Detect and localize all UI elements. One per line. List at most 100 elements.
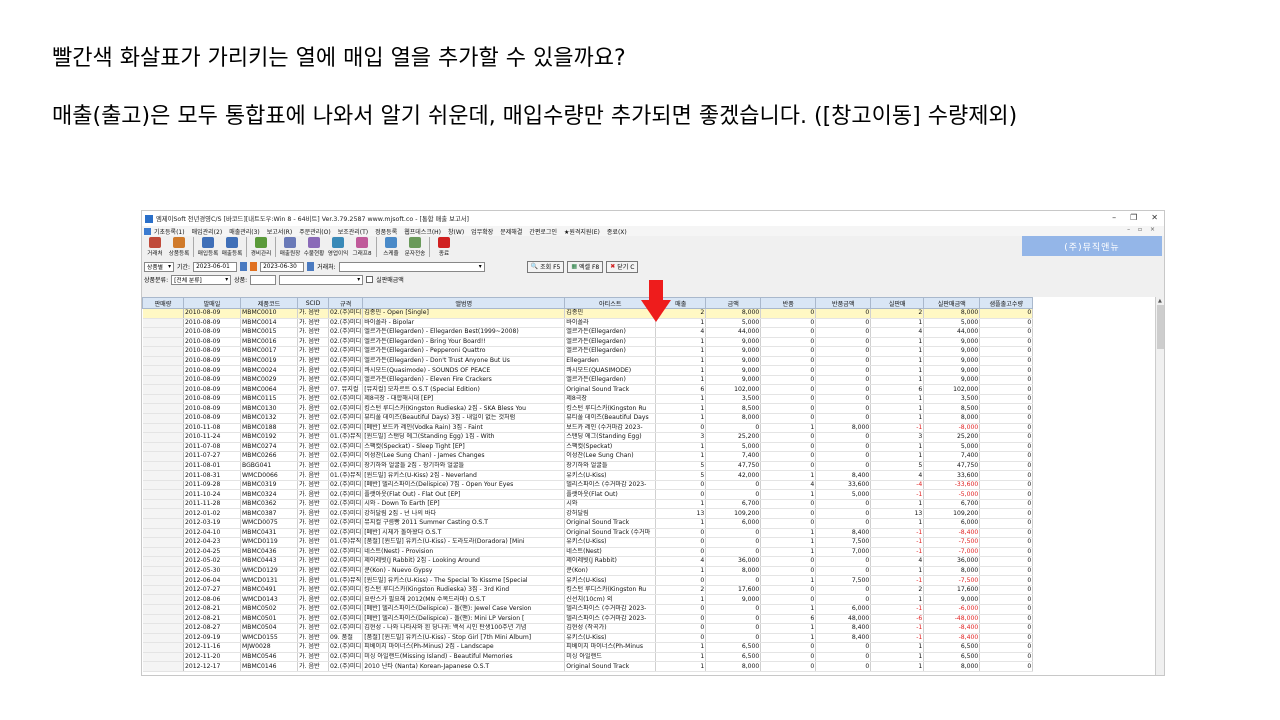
- table-row[interactable]: 2011-08-01 BGBG041 가. 음반 02.(주)미디 장기하와 얼굴들 2…: [142, 461, 1034, 472]
- table-row[interactable]: 2012-08-21 MBMC0501 가. 음반 02.(주)미디 [폐반] 델리스파…: [142, 614, 1034, 625]
- table-row[interactable]: 2012-06-04 WMCD0131 가. 음반 01.(주)뮤직 [윈드밀] 유키스…: [142, 575, 1034, 586]
- column-header[interactable]: 샘플출고수량: [979, 297, 1034, 309]
- table-row[interactable]: 2010-08-09 MBMC0130 가. 음반 02.(주)미디 킹스턴 루디스카(…: [142, 403, 1034, 414]
- close-window-button[interactable]: ✕: [1151, 213, 1158, 222]
- table-row[interactable]: 2012-11-20 MBMC0546 가. 음반 02.(주)미디 미싱 아일랜드(M…: [142, 652, 1034, 663]
- minimize-button[interactable]: –: [1112, 213, 1116, 222]
- menu-item[interactable]: 간편로그인: [529, 227, 557, 236]
- menu-item[interactable]: 매입관리(2): [192, 227, 223, 236]
- menu-item[interactable]: 주문관리(O): [299, 227, 331, 236]
- table-row[interactable]: 2011-10-24 MBMC0324 가. 음반 02.(주)미디 플랫아웃(Flat…: [142, 489, 1034, 500]
- table-cell: 6,500: [923, 642, 981, 653]
- column-header[interactable]: 판매량: [142, 297, 184, 309]
- table-row[interactable]: 2012-01-02 MBMC0387 가. 음반 02.(주)미디 강허달림 2집 -…: [142, 508, 1034, 520]
- table-row[interactable]: 2012-05-30 WMCD0129 가. 음반 02.(주)미디 쿤(Kon) - …: [142, 566, 1034, 577]
- client-input[interactable]: ▾: [338, 261, 485, 272]
- table-row[interactable]: 2012-03-19 WMCD0075 가. 음반 02.(주)미디 뮤지컬 구름빵 2…: [142, 518, 1034, 529]
- scroll-thumb[interactable]: [1157, 305, 1164, 349]
- excel-button[interactable]: ▦ 엑셀 F8: [567, 260, 604, 273]
- table-row[interactable]: 2010-11-08 MBMC0188 가. 음반 02.(주)미디 [폐반] 보드카 …: [142, 423, 1034, 434]
- table-row[interactable]: 2012-04-25 MBMC0436 가. 음반 02.(주)미디 네스트(Nest)…: [142, 547, 1034, 558]
- real-sales-checkbox[interactable]: [366, 276, 374, 283]
- period-type-select[interactable]: 상품별 ▾: [144, 261, 174, 272]
- product-name-input[interactable]: ▾: [279, 274, 364, 285]
- toolbar-button[interactable]: 수불현황: [303, 236, 325, 257]
- query-button[interactable]: 🔍 조회 F5: [526, 260, 565, 273]
- table-row[interactable]: 2012-05-02 MBMC0443 가. 음반 02.(주)미디 제이레빗(J Ra…: [142, 556, 1034, 567]
- table-row[interactable]: 2010-11-24 MBMC0192 가. 음반 01.(주)뮤직 [윈드밀] 스탠딩…: [142, 432, 1034, 443]
- toolbar-button[interactable]: 영업이익: [327, 236, 349, 257]
- table-row[interactable]: 2012-08-06 WMCD0143 가. 음반 02.(주)미디 요란스가 필요해 …: [142, 594, 1034, 605]
- menu-item[interactable]: 정품등록: [375, 227, 397, 236]
- column-header[interactable]: 반품: [760, 297, 817, 309]
- table-row[interactable]: 2010-08-09 MBMC0019 가. 음반 02.(주)미디 엘르가든(Elle…: [142, 356, 1034, 367]
- table-row[interactable]: 2010-08-09 MBMC0017 가. 음반 02.(주)미디 엘르가든(Elle…: [142, 346, 1034, 357]
- column-header[interactable]: SCID: [297, 297, 329, 309]
- table-row[interactable]: 2011-07-08 MBMC0274 가. 음반 02.(주)미디 스팩컷(Speck…: [142, 442, 1034, 453]
- menu-item[interactable]: 웹프데스크(H): [404, 227, 441, 236]
- column-header[interactable]: 실판매: [870, 297, 925, 309]
- table-row[interactable]: 2011-07-27 MBMC0266 가. 음반 02.(주)미디 이성찬(Lee S…: [142, 451, 1034, 462]
- vertical-scrollbar[interactable]: ▲: [1155, 297, 1164, 675]
- menu-item[interactable]: 문제해결: [500, 227, 522, 236]
- table-row[interactable]: 2012-04-23 WMCD0119 가. 음반 01.(주)뮤직 [품절] [윈드밀…: [142, 537, 1034, 548]
- table-row[interactable]: 2010-08-09 MBMC0016 가. 음반 02.(주)미디 엘르가든(Elle…: [142, 337, 1034, 348]
- table-row[interactable]: 2010-08-09 MBMC0024 가. 음반 02.(주)미디 콰시모드(Quas…: [142, 365, 1034, 376]
- toolbar-button[interactable]: 스케쥴: [380, 236, 402, 257]
- toolbar-button[interactable]: 거래처: [144, 236, 166, 257]
- column-header[interactable]: 규격: [327, 297, 364, 309]
- column-header[interactable]: 실판매금액: [923, 297, 981, 309]
- scroll-up-icon[interactable]: ▲: [1158, 298, 1162, 304]
- menu-item[interactable]: 기초등록(1): [154, 227, 185, 236]
- menu-item[interactable]: 매출관리(3): [229, 227, 260, 236]
- table-row[interactable]: 2010-08-09 MBMC0010 가. 음반 02.(주)미디 김종민 - Ope…: [142, 308, 1034, 319]
- table-row[interactable]: 2010-08-09 MBMC0064 가. 음반 07. 뮤지컬 [뮤지컬] 모차르트…: [142, 384, 1034, 395]
- calendar-icon[interactable]: [240, 262, 248, 271]
- table-row[interactable]: 2012-11-16 MJW0028 가. 음반 02.(주)미디 피베이치 마이너스(…: [142, 642, 1034, 653]
- category-select[interactable]: [전체 분류] ▾: [171, 274, 232, 285]
- toolbar-button[interactable]: 매출등록: [221, 236, 243, 257]
- toolbar-button[interactable]: 종료: [433, 236, 455, 257]
- table-row[interactable]: 2010-08-09 MBMC0015 가. 음반 02.(주)미디 엘르가든(Elle…: [142, 327, 1034, 338]
- table-row[interactable]: 2012-07-27 MBMC0491 가. 음반 02.(주)미디 킹스턴 루디스카(…: [142, 585, 1034, 596]
- table-cell: 2: [655, 585, 707, 596]
- toolbar-button[interactable]: 문자전송: [404, 236, 426, 257]
- menu-item[interactable]: ★원격지원(E): [564, 227, 600, 236]
- calendar-icon[interactable]: [307, 262, 315, 271]
- toolbar-button[interactable]: 매출원장: [279, 236, 301, 257]
- table-row[interactable]: 2011-11-28 MBMC0362 가. 음반 02.(주)미디 시와 - Down…: [142, 499, 1034, 510]
- restore-button[interactable]: ❐: [1130, 213, 1137, 222]
- table-row[interactable]: 2012-08-21 MBMC0502 가. 음반 02.(주)미디 [폐반] 델리스파…: [142, 604, 1034, 615]
- menu-item[interactable]: 보고서(R): [267, 227, 292, 236]
- menu-item[interactable]: 보조관리(T): [338, 227, 368, 236]
- toolbar-button[interactable]: 상품등록: [168, 236, 190, 257]
- column-header[interactable]: 발매일: [183, 297, 241, 309]
- table-row[interactable]: 2012-08-27 MBMC0504 가. 음반 02.(주)미디 김현성 - 나와 …: [142, 623, 1034, 634]
- column-header[interactable]: 제품코드: [240, 297, 298, 309]
- table-row[interactable]: 2012-04-10 MBMC0431 가. 음반 02.(주)미디 [폐반] 시체가 …: [142, 528, 1034, 539]
- column-header[interactable]: 금액: [705, 297, 762, 309]
- product-code-input[interactable]: [250, 274, 277, 285]
- menu-item[interactable]: 종료(X): [607, 227, 627, 236]
- report-grid[interactable]: 판매량 발매일 제품코드 SCID 규격 앨범명 아티스트 매출 금액 반품 반품금액 실판매 실판매금…: [142, 297, 1155, 675]
- date-to-input[interactable]: 2023-06-30: [260, 261, 305, 272]
- toolbar-button[interactable]: 그래프8: [351, 236, 373, 257]
- table-row[interactable]: 2011-08-31 WMCD0066 가. 음반 01.(주)뮤직 [윈드밀] 유키스…: [142, 470, 1034, 481]
- date-from-input[interactable]: 2023-06-01: [193, 261, 238, 272]
- table-row[interactable]: 2010-08-09 MBMC0132 가. 음반 02.(주)미디 뷰티풀 데이즈(B…: [142, 413, 1034, 424]
- date-range-icon[interactable]: [250, 262, 258, 271]
- menu-item[interactable]: 창(W): [448, 227, 464, 236]
- mdi-controls[interactable]: – ▫ ×: [1127, 226, 1158, 233]
- table-row[interactable]: 2012-12-17 MBMC0146 가. 음반 02.(주)미디 2010 난타 (…: [142, 661, 1034, 672]
- toolbar-button[interactable]: 경비관리: [250, 236, 272, 257]
- menu-item[interactable]: 업무확장: [471, 227, 493, 236]
- table-row[interactable]: 2012-09-19 WMCD0155 가. 음반 09. 품절 [품절] [윈드밀] …: [142, 633, 1034, 644]
- close-button[interactable]: ✖ 닫기 C: [606, 260, 639, 273]
- table-row[interactable]: 2010-08-09 MBMC0115 가. 음반 02.(주)미디 제8극장 - 대합…: [142, 394, 1034, 405]
- toolbar-button[interactable]: 매입등록: [197, 236, 219, 257]
- table-row[interactable]: 2011-09-28 MBMC0319 가. 음반 02.(주)미디 [폐반] 델리스파…: [142, 480, 1034, 491]
- column-header[interactable]: 반품금액: [815, 297, 872, 309]
- table-row[interactable]: 2010-08-09 MBMC0014 가. 음반 02.(주)미디 바이폴라 - Bi…: [142, 318, 1034, 329]
- table-row[interactable]: 2010-08-09 MBMC0029 가. 음반 02.(주)미디 엘르가든(Elle…: [142, 375, 1034, 386]
- column-header[interactable]: 앨범명: [362, 297, 566, 309]
